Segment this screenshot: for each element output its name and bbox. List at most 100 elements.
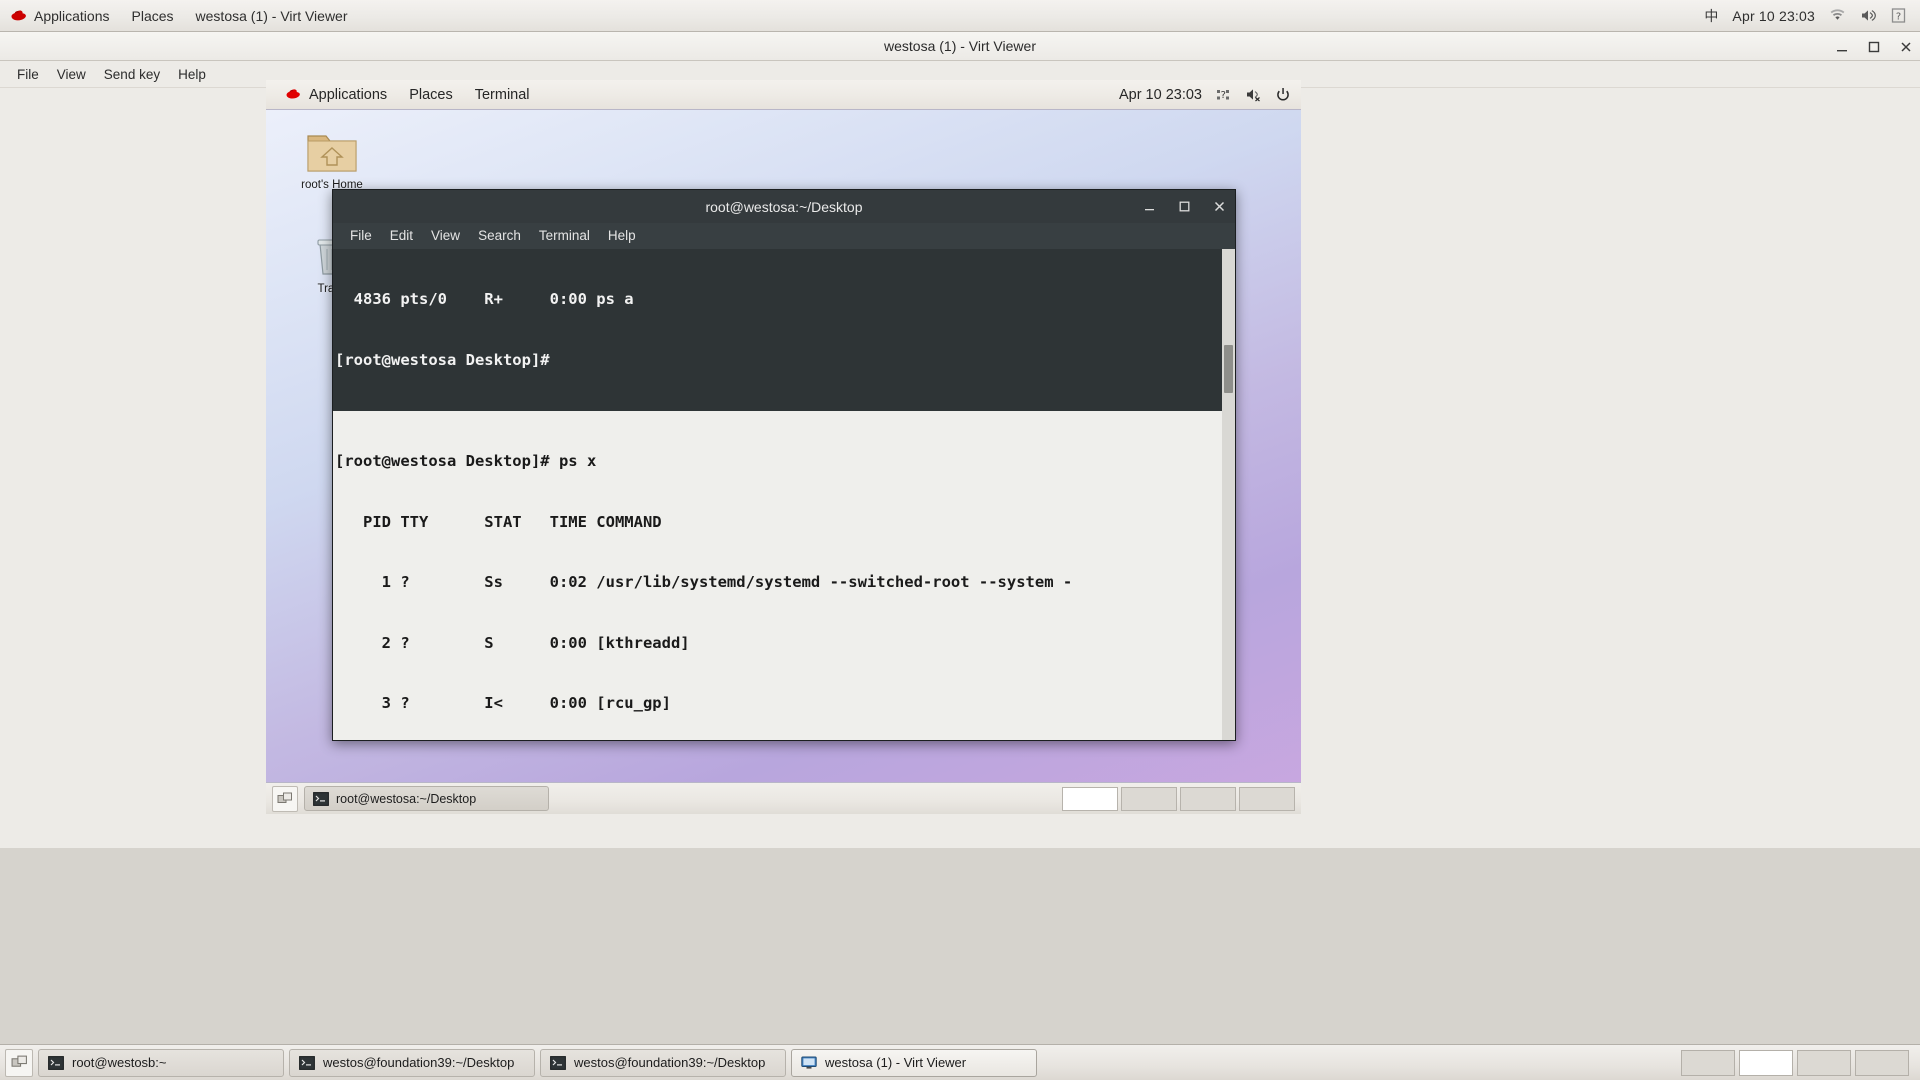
vm-taskbar-button-terminal[interactable]: root@westosa:~/Desktop [304, 786, 549, 811]
host-window-menu-label: westosa (1) - Virt Viewer [195, 7, 348, 24]
terminal-menubar: File Edit View Search Terminal Help [333, 223, 1235, 249]
host-workspace-3[interactable] [1797, 1049, 1851, 1076]
host-menu-applications-label: Applications [34, 7, 110, 24]
terminal-scrollbar-thumb[interactable] [1224, 345, 1233, 393]
terminal-menu-file[interactable]: File [341, 223, 381, 249]
host-taskbar-button-1[interactable]: root@westosb:~ [38, 1048, 284, 1077]
folder-icon [290, 124, 374, 176]
virt-viewer-window-buttons [1834, 32, 1914, 61]
host-clock[interactable]: Apr 10 23:03 [1732, 8, 1815, 24]
host-menu-places-label: Places [131, 7, 174, 24]
terminal-window-buttons [1142, 190, 1227, 223]
host-taskbar-button-1-label: root@westosb:~ [72, 1055, 167, 1070]
vv-menu-sendkey[interactable]: Send key [95, 61, 169, 88]
gnome-terminal-window[interactable]: root@westosa:~/Desktop File Edit View Se… [332, 189, 1236, 741]
terminal-menu-edit[interactable]: Edit [381, 223, 422, 249]
vm-bottom-taskbar: root@westosa:~/Desktop [266, 782, 1301, 814]
terminal-output: [root@westosa Desktop]# ps x PID TTY STA… [333, 410, 1235, 740]
host-window-menu[interactable]: westosa (1) - Virt Viewer [185, 0, 359, 31]
host-taskbar-button-2-label: westos@foundation39:~/Desktop [323, 1055, 515, 1070]
display-icon [801, 1056, 817, 1070]
terminal-menu-help[interactable]: Help [599, 223, 645, 249]
vv-menu-view[interactable]: View [48, 61, 95, 88]
host-taskbar-button-2[interactable]: westos@foundation39:~/Desktop [289, 1048, 535, 1077]
redhat-icon [10, 9, 27, 22]
terminal-line: 4836 pts/0 R+ 0:00 ps a [335, 290, 634, 309]
host-workspace-2[interactable] [1739, 1049, 1793, 1076]
vv-menu-file[interactable]: File [8, 61, 48, 88]
show-desktop-icon[interactable] [272, 785, 298, 812]
host-menu-places[interactable]: Places [121, 0, 185, 31]
virt-viewer-titlebar[interactable]: westosa (1) - Virt Viewer [0, 32, 1920, 61]
host-taskbar-button-4-label: westosa (1) - Virt Viewer [825, 1055, 967, 1070]
terminal-line: 1 ? Ss 0:02 /usr/lib/systemd/systemd --s… [335, 573, 1073, 592]
wifi-icon[interactable] [1829, 8, 1846, 23]
terminal-menu-view[interactable]: View [422, 223, 469, 249]
close-icon[interactable] [1212, 199, 1227, 214]
vm-menu-applications[interactable]: Applications [274, 87, 398, 103]
host-bottom-taskbar: root@westosb:~ westos@foundation39:~/Des… [0, 1044, 1920, 1080]
vm-workspace-switcher[interactable] [1062, 786, 1295, 811]
host-taskbar-button-3-label: westos@foundation39:~/Desktop [574, 1055, 766, 1070]
minimize-icon[interactable] [1834, 39, 1850, 55]
vm-guest-screen[interactable]: Applications Places Terminal Apr 10 23:0… [266, 80, 1301, 814]
input-method-icon[interactable]: 中 [1704, 6, 1718, 26]
terminal-menu-terminal[interactable]: Terminal [530, 223, 599, 249]
vm-menu-terminal-label: Terminal [474, 86, 530, 103]
terminal-line: 3 ? I< 0:00 [rcu_gp] [335, 694, 671, 713]
vm-workspace-2[interactable] [1121, 786, 1177, 811]
vm-menu-applications-label: Applications [309, 86, 388, 103]
vm-workspace-3[interactable] [1180, 786, 1236, 811]
terminal-line: [root@westosa Desktop]# [335, 351, 550, 369]
vm-top-panel: Applications Places Terminal Apr 10 23:0… [266, 80, 1301, 110]
accessibility-icon[interactable]: ? [1215, 87, 1232, 102]
vm-panel-right: Apr 10 23:03 ? [1119, 80, 1301, 109]
host-workspace-switcher[interactable] [1681, 1049, 1915, 1076]
vm-workspace-1[interactable] [1062, 786, 1118, 811]
redhat-icon [285, 88, 302, 101]
vm-menu-terminal[interactable]: Terminal [464, 87, 541, 103]
virt-viewer-window: westosa (1) - Virt Viewer File View Send… [0, 32, 1920, 848]
host-workspace-1[interactable] [1681, 1049, 1735, 1076]
terminal-title: root@westosa:~/Desktop [705, 198, 863, 215]
maximize-icon[interactable] [1866, 39, 1882, 55]
terminal-icon [299, 1055, 315, 1070]
terminal-line: 2 ? S 0:00 [kthreadd] [335, 633, 690, 652]
show-desktop-icon[interactable] [5, 1048, 33, 1077]
terminal-scrollbar[interactable] [1222, 249, 1235, 740]
maximize-icon[interactable] [1177, 199, 1192, 214]
terminal-scrollback: 4836 pts/0 R+ 0:00 ps a [root@westosa De… [333, 249, 1235, 411]
close-icon[interactable] [1898, 39, 1914, 55]
screen: Applications Places westosa (1) - Virt V… [0, 0, 1920, 1080]
terminal-body[interactable]: 4836 pts/0 R+ 0:00 ps a [root@westosa De… [333, 249, 1235, 740]
terminal-titlebar[interactable]: root@westosa:~/Desktop [333, 190, 1235, 223]
host-workspace-4[interactable] [1855, 1049, 1909, 1076]
vm-taskbar-button-label: root@westosa:~/Desktop [336, 791, 477, 806]
svg-text:?: ? [1896, 12, 1901, 23]
terminal-line: [root@westosa Desktop]# ps x [335, 452, 597, 470]
power-icon[interactable] [1275, 87, 1292, 102]
host-menu-applications[interactable]: Applications [0, 0, 121, 31]
desktop-icon-home[interactable]: root's Home [290, 124, 374, 192]
volume-muted-icon[interactable] [1245, 87, 1262, 102]
terminal-icon [313, 791, 329, 806]
host-taskbar-button-3[interactable]: westos@foundation39:~/Desktop [540, 1048, 786, 1077]
help-icon[interactable]: ? [1891, 8, 1908, 23]
terminal-icon [48, 1055, 64, 1070]
virt-viewer-title: westosa (1) - Virt Viewer [884, 38, 1036, 54]
svg-text:?: ? [1221, 90, 1226, 101]
minimize-icon[interactable] [1142, 199, 1157, 214]
vm-clock[interactable]: Apr 10 23:03 [1119, 87, 1202, 103]
host-panel-right: 中 Apr 10 23:03 ? [1704, 0, 1920, 31]
terminal-icon [550, 1055, 566, 1070]
vm-menu-places[interactable]: Places [398, 87, 464, 103]
host-panel-left: Applications Places westosa (1) - Virt V… [0, 0, 359, 31]
host-top-panel: Applications Places westosa (1) - Virt V… [0, 0, 1920, 32]
vv-menu-help[interactable]: Help [169, 61, 215, 88]
vm-workspace-4[interactable] [1239, 786, 1295, 811]
volume-icon[interactable] [1860, 8, 1877, 23]
vm-menu-places-label: Places [409, 86, 453, 103]
host-taskbar-button-4[interactable]: westosa (1) - Virt Viewer [791, 1048, 1037, 1077]
terminal-menu-search[interactable]: Search [469, 223, 530, 249]
terminal-line: PID TTY STAT TIME COMMAND [335, 512, 662, 531]
